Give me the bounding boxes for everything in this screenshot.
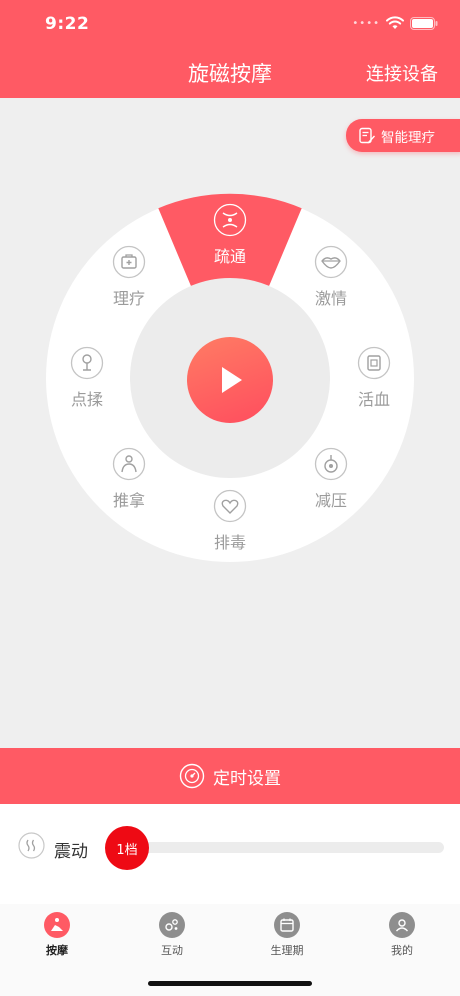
vibration-label: 震动 (54, 842, 88, 862)
status-time: 9:22 (45, 14, 90, 34)
tab-interact[interactable]: 互动 (132, 910, 212, 958)
mode-label: 减压 (314, 491, 347, 510)
mode-label: 疏通 (213, 247, 246, 266)
smart-therapy-button[interactable]: 智能理疗 (346, 119, 460, 152)
tab-massage[interactable]: 按摩 (17, 910, 97, 958)
vibration-slider-knob[interactable]: 1档 (105, 826, 149, 870)
timer-settings-button[interactable]: 定时设置 (0, 748, 460, 804)
profile-tab-icon (389, 912, 415, 938)
mode-therapy[interactable]: 理疗 (89, 245, 169, 309)
mode-label: 推拿 (112, 491, 145, 510)
massage-icon (112, 447, 146, 481)
mode-knead[interactable]: 点揉 (47, 346, 127, 410)
smart-therapy-label: 智能理疗 (381, 129, 435, 146)
edit-note-icon (359, 127, 375, 143)
tab-label: 按摩 (46, 944, 68, 957)
mode-unblock[interactable]: 疏通 (190, 203, 270, 267)
vibration-icon (18, 832, 45, 859)
mode-label: 理疗 (112, 289, 145, 308)
detox-heart-icon (213, 489, 247, 523)
vibration-slider-track[interactable] (120, 842, 444, 853)
mode-relax[interactable]: 减压 (291, 447, 371, 511)
wifi-icon (386, 16, 404, 29)
mode-massage[interactable]: 推拿 (89, 447, 169, 511)
tab-label: 互动 (161, 944, 183, 957)
mode-detox[interactable]: 排毒 (190, 489, 270, 553)
home-indicator (148, 981, 312, 986)
tab-period[interactable]: 生理期 (247, 910, 327, 958)
mode-passion[interactable]: 激情 (291, 245, 371, 309)
circulation-icon (357, 346, 391, 380)
battery-icon (410, 16, 438, 30)
relax-icon (314, 447, 348, 481)
timer-icon (179, 763, 205, 789)
tab-label: 我的 (391, 944, 413, 957)
mode-label: 点揉 (70, 390, 103, 409)
mode-circulation[interactable]: 活血 (334, 346, 414, 410)
mode-label: 活血 (357, 390, 390, 409)
signal-icon: •••• (352, 17, 380, 29)
tab-label: 生理期 (270, 944, 304, 957)
connect-device-button[interactable]: 连接设备 (366, 60, 438, 86)
mode-label: 激情 (314, 289, 347, 308)
status-icons: •••• (352, 16, 438, 30)
massage-tab-icon (44, 912, 70, 938)
lips-icon (314, 245, 348, 279)
play-icon (222, 367, 242, 393)
interact-tab-icon (159, 912, 185, 938)
play-button[interactable] (187, 337, 273, 423)
mode-label: 排毒 (213, 533, 246, 552)
timer-label: 定时设置 (213, 768, 281, 789)
medkit-icon (112, 245, 146, 279)
knead-icon (70, 346, 104, 380)
tab-profile[interactable]: 我的 (362, 910, 442, 958)
unblock-icon (213, 203, 247, 237)
calendar-tab-icon (274, 912, 300, 938)
